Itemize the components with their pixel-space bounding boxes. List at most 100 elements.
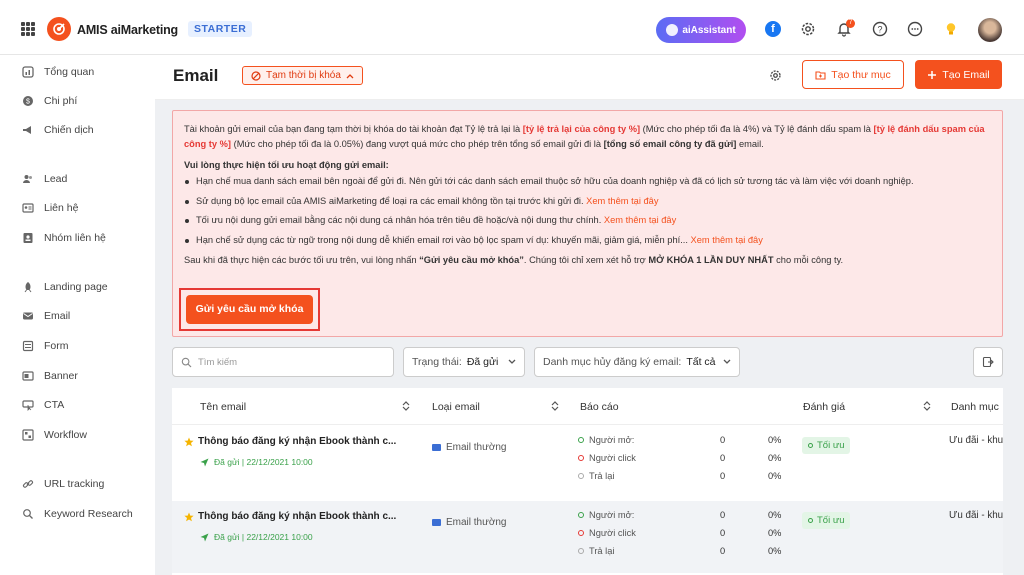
sidebar: Tổng quan $ Chi phí Chiến dịch Lead Liên… bbox=[0, 55, 155, 575]
sort-icon[interactable] bbox=[923, 400, 931, 412]
column-header-type[interactable]: Loại email bbox=[432, 401, 480, 413]
app-grid-icon[interactable] bbox=[21, 22, 35, 36]
workflow-icon bbox=[22, 429, 34, 441]
sent-status: Đã gửi | 22/12/2021 10:00 bbox=[200, 532, 313, 542]
clicks-dot-icon bbox=[578, 455, 584, 461]
sort-icon[interactable] bbox=[551, 400, 559, 412]
sidebar-item-url-tracking[interactable]: URL tracking bbox=[22, 476, 104, 492]
sort-icon[interactable] bbox=[402, 400, 410, 412]
settings-gear-icon[interactable] bbox=[769, 69, 782, 82]
see-more-link[interactable]: Xem thêm tại đây bbox=[604, 215, 676, 225]
clicks-percent: 0% bbox=[768, 453, 782, 463]
chevron-down-icon bbox=[508, 359, 516, 364]
clicks-percent: 0% bbox=[768, 528, 782, 538]
status-filter-select[interactable]: Trạng thái: Đã gửi bbox=[403, 347, 525, 377]
create-email-button[interactable]: Tạo Email bbox=[915, 60, 1002, 89]
create-email-label: Tạo Email bbox=[942, 68, 990, 81]
email-type: Email thường bbox=[432, 442, 507, 453]
ai-assistant-icon bbox=[666, 24, 679, 36]
more-options-icon[interactable] bbox=[907, 21, 923, 37]
sidebar-item-keyword-research[interactable]: Keyword Research bbox=[22, 506, 133, 522]
request-unlock-button[interactable]: Gửi yêu cầu mở khóa bbox=[186, 295, 313, 324]
rocket-icon bbox=[24, 282, 32, 293]
rating-badge: Tối ưu bbox=[802, 437, 851, 454]
sidebar-item-email[interactable]: Email bbox=[22, 308, 70, 324]
mail-icon bbox=[432, 444, 441, 451]
settings-gear-icon[interactable] bbox=[800, 21, 816, 37]
sidebar-item-cost[interactable]: $ Chi phí bbox=[22, 93, 77, 109]
status-badge-label: Tạm thời bị khóa bbox=[266, 70, 341, 81]
ai-assistant-button[interactable]: aiAssistant bbox=[656, 17, 746, 43]
brand-name: AMIS aiMarketing bbox=[77, 23, 178, 37]
help-icon[interactable]: ? bbox=[872, 21, 888, 37]
plus-icon bbox=[928, 70, 937, 79]
sidebar-item-label: Liên hệ bbox=[44, 202, 79, 214]
send-icon bbox=[200, 458, 209, 466]
sidebar-item-label: Email bbox=[44, 310, 71, 322]
report-bounces: Trả lại bbox=[578, 546, 615, 556]
blocked-icon bbox=[251, 70, 261, 81]
brand-logo-icon[interactable] bbox=[47, 17, 71, 41]
column-header-category: Danh mục bbox=[951, 401, 999, 413]
unsubscribe-category-select[interactable]: Danh mục hủy đăng ký email: Tất cả bbox=[534, 347, 740, 377]
sidebar-item-contact[interactable]: Liên hệ bbox=[22, 200, 78, 216]
sidebar-item-campaign[interactable]: Chiến dịch bbox=[22, 122, 94, 138]
sidebar-item-label: Nhóm liên hệ bbox=[44, 232, 106, 244]
sidebar-item-label: Lead bbox=[44, 173, 68, 185]
page-title: Email bbox=[173, 66, 219, 85]
alert-tips-list: Hạn chế mua danh sách email bên ngoài để… bbox=[184, 174, 991, 248]
email-type-label: Email thường bbox=[446, 517, 507, 528]
sidebar-item-form[interactable]: Form bbox=[22, 338, 69, 354]
report-opens: Người mở: bbox=[578, 510, 634, 520]
report-bounces: Trả lại bbox=[578, 471, 615, 481]
star-icon[interactable] bbox=[184, 512, 194, 522]
chevron-up-icon bbox=[346, 73, 354, 78]
status-badge[interactable]: Tạm thời bị khóa bbox=[242, 66, 363, 85]
sidebar-item-workflow[interactable]: Workflow bbox=[22, 427, 87, 443]
list-item: Hạn chế mua danh sách email bên ngoài để… bbox=[184, 174, 991, 189]
notification-badge: 7 bbox=[846, 19, 855, 28]
report-opens: Người mở: bbox=[578, 435, 634, 445]
column-header-report: Báo cáo bbox=[580, 401, 619, 413]
sidebar-item-lead[interactable]: Lead bbox=[22, 171, 67, 187]
bounces-dot-icon bbox=[578, 548, 584, 554]
user-avatar[interactable] bbox=[978, 18, 1002, 42]
create-folder-button[interactable]: Tạo thư mục bbox=[802, 60, 904, 89]
filter-bar: Tìm kiếm Trạng thái: Đã gửi Danh mục hủy… bbox=[172, 347, 1003, 379]
sidebar-item-cta[interactable]: CTA bbox=[22, 397, 64, 413]
facebook-icon[interactable]: f bbox=[765, 21, 781, 37]
column-header-name[interactable]: Tên email bbox=[200, 401, 246, 413]
sidebar-item-label: CTA bbox=[44, 399, 65, 411]
lightbulb-icon[interactable] bbox=[943, 21, 959, 37]
mail-icon bbox=[23, 312, 33, 320]
see-more-link[interactable]: Xem thêm tại đây bbox=[691, 235, 763, 245]
status-filter-value: Đã gửi bbox=[466, 356, 499, 368]
export-button[interactable] bbox=[973, 347, 1003, 377]
bounces-count: 0 bbox=[720, 471, 726, 481]
list-item: Hạn chế sử dụng các từ ngữ trong nội dun… bbox=[184, 233, 991, 248]
main-content: Email Tạm thời bị khóa Tạo thư mục Tạo E… bbox=[155, 55, 1024, 575]
clicks-dot-icon bbox=[578, 530, 584, 536]
send-icon bbox=[200, 533, 209, 541]
top-bar: AMIS aiMarketing STARTER aiAssistant f 7… bbox=[0, 0, 1024, 55]
email-title[interactable]: Thông báo đăng ký nhận Ebook thành c... bbox=[198, 511, 396, 522]
table-header: Tên email Loại email Báo cáo Đánh giá Da… bbox=[172, 388, 1003, 425]
column-header-rating[interactable]: Đánh giá bbox=[803, 401, 845, 413]
table-row[interactable]: Thông báo đăng ký nhận Ebook thành c... … bbox=[172, 426, 1003, 498]
alert-heading: Vui lòng thực hiện tối ưu hoạt động gửi … bbox=[184, 160, 389, 170]
dashboard-icon bbox=[22, 66, 34, 78]
folder-add-icon bbox=[815, 70, 826, 80]
sidebar-item-contact-group[interactable]: Nhóm liên hệ bbox=[22, 230, 106, 246]
account-locked-alert: Tài khoản gửi email của bạn đang tạm thờ… bbox=[172, 110, 1003, 337]
sidebar-item-landing-page[interactable]: Landing page bbox=[22, 279, 108, 295]
table-row[interactable]: Thông báo đăng ký nhận Ebook thành c... … bbox=[172, 501, 1003, 573]
sidebar-item-overview[interactable]: Tổng quan bbox=[22, 64, 94, 80]
status-filter-label: Trạng thái: bbox=[412, 356, 462, 368]
see-more-link[interactable]: Xem thêm tại đây bbox=[586, 196, 658, 206]
star-icon[interactable] bbox=[184, 437, 194, 447]
email-title[interactable]: Thông báo đăng ký nhận Ebook thành c... bbox=[198, 436, 396, 447]
opens-percent: 0% bbox=[768, 435, 782, 445]
sidebar-item-banner[interactable]: Banner bbox=[22, 368, 78, 384]
list-item: Sử dụng bộ lọc email của AMIS aiMarketin… bbox=[184, 194, 991, 209]
search-input[interactable]: Tìm kiếm bbox=[172, 347, 394, 377]
